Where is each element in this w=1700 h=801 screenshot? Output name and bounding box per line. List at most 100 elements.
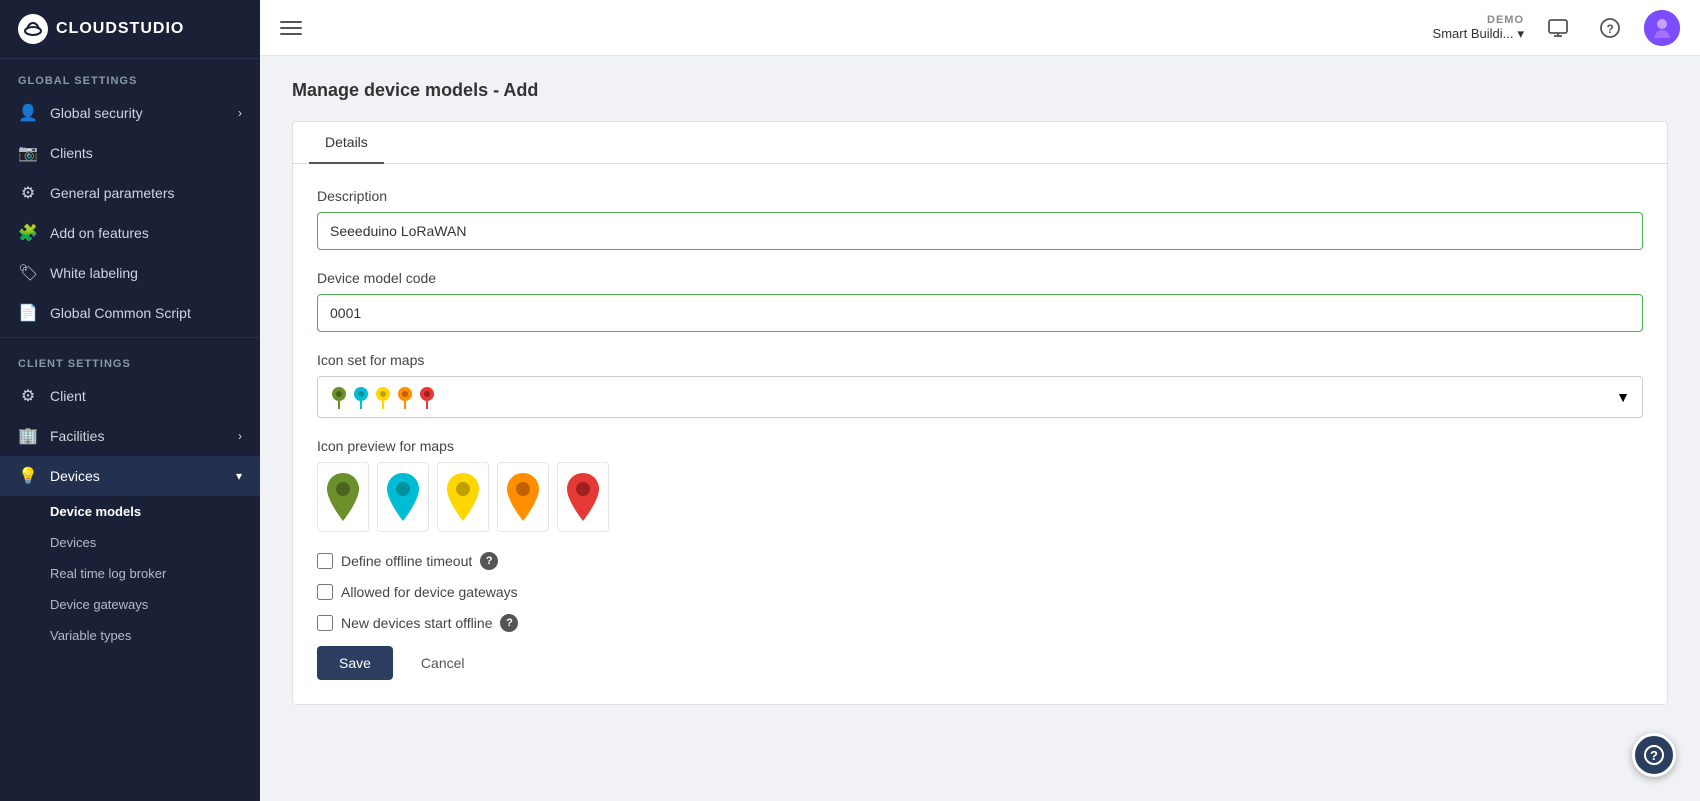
sidebar-item-global-common-script[interactable]: 📄 Global Common Script: [0, 293, 260, 333]
devices-chevron-down-icon: ▾: [236, 469, 242, 483]
demo-label: DEMO: [1487, 14, 1524, 26]
white-labeling-icon: 🏷: [18, 263, 38, 283]
content-area: Manage device models - Add Details Descr…: [260, 56, 1700, 801]
sidebar: CLOUDSTUDIO GLOBAL SETTINGS 👤 Global sec…: [0, 0, 260, 801]
form-card: Details Description Device model code Ic…: [292, 121, 1668, 705]
define-offline-timeout-row: Define offline timeout ?: [317, 552, 1643, 570]
device-model-code-group: Device model code: [317, 270, 1643, 332]
clients-icon: 📷: [18, 143, 38, 163]
form-buttons: Save Cancel: [317, 646, 1643, 680]
sidebar-sub-device-models-label: Device models: [50, 504, 141, 519]
description-group: Description: [317, 188, 1643, 250]
new-devices-start-offline-help-icon[interactable]: ?: [500, 614, 518, 632]
icon-preview-group: Icon preview for maps: [317, 438, 1643, 532]
icon-set-pins-preview: [330, 385, 436, 409]
define-offline-timeout-help-icon[interactable]: ?: [480, 552, 498, 570]
demo-selector[interactable]: DEMO Smart Buildi... ▾: [1433, 14, 1524, 42]
sidebar-sub-device-gateways[interactable]: Device gateways: [0, 589, 260, 620]
new-devices-start-offline-label[interactable]: New devices start offline: [341, 615, 492, 631]
facilities-icon: 🏢: [18, 426, 38, 446]
sidebar-sub-devices[interactable]: Devices: [0, 527, 260, 558]
facilities-chevron-right-icon: ›: [238, 429, 242, 443]
sidebar-item-general-parameters-label: General parameters: [50, 185, 175, 201]
pin-preview-cyan: [377, 462, 429, 532]
icon-preview-label: Icon preview for maps: [317, 438, 1643, 454]
sidebar-logo: CLOUDSTUDIO: [0, 0, 260, 59]
global-common-script-icon: 📄: [18, 303, 38, 323]
sidebar-sub-variable-types[interactable]: Variable types: [0, 620, 260, 651]
allowed-for-device-gateways-row: Allowed for device gateways: [317, 584, 1643, 600]
demo-chevron-down-icon: ▾: [1517, 26, 1524, 42]
pin-preview-orange: [497, 462, 549, 532]
general-parameters-icon: ⚙: [18, 183, 38, 203]
sidebar-item-facilities[interactable]: 🏢 Facilities ›: [0, 416, 260, 456]
sidebar-item-devices[interactable]: 💡 Devices ▾: [0, 456, 260, 496]
device-model-code-label: Device model code: [317, 270, 1643, 286]
icon-set-dropdown[interactable]: ▼: [317, 376, 1643, 418]
sidebar-item-client-label: Client: [50, 388, 86, 404]
sidebar-item-global-security[interactable]: 👤 Global security ›: [0, 93, 260, 133]
allowed-for-device-gateways-label[interactable]: Allowed for device gateways: [341, 584, 518, 600]
sidebar-item-general-parameters[interactable]: ⚙ General parameters: [0, 173, 260, 213]
sidebar-item-facilities-label: Facilities: [50, 428, 104, 444]
help-button[interactable]: ?: [1592, 10, 1628, 46]
pin-preview-red: [557, 462, 609, 532]
sidebar-sub-real-time-log-broker-label: Real time log broker: [50, 566, 166, 581]
sidebar-sub-real-time-log-broker[interactable]: Real time log broker: [0, 558, 260, 589]
logo-icon: [18, 14, 48, 44]
sidebar-sub-device-models[interactable]: Device models: [0, 496, 260, 527]
tab-bar: Details: [293, 122, 1667, 164]
devices-icon: 💡: [18, 466, 38, 486]
pin-preview-yellow: [437, 462, 489, 532]
new-devices-start-offline-row: New devices start offline ?: [317, 614, 1643, 632]
sidebar-divider: [0, 337, 260, 338]
sidebar-item-global-common-script-label: Global Common Script: [50, 305, 191, 321]
sidebar-sub-variable-types-label: Variable types: [50, 628, 131, 643]
client-settings-label: CLIENT SETTINGS: [0, 342, 260, 376]
define-offline-timeout-checkbox[interactable]: [317, 553, 333, 569]
demo-value: Smart Buildi... ▾: [1433, 26, 1524, 42]
sidebar-item-client[interactable]: ⚙ Client: [0, 376, 260, 416]
icon-preview-container: [317, 462, 1643, 532]
header-right: DEMO Smart Buildi... ▾ ?: [1433, 10, 1680, 46]
floating-help-button[interactable]: ?: [1632, 733, 1676, 777]
allowed-for-device-gateways-checkbox[interactable]: [317, 584, 333, 600]
add-on-features-icon: 🧩: [18, 223, 38, 243]
form-body: Description Device model code Icon set f…: [293, 164, 1667, 704]
avatar[interactable]: [1644, 10, 1680, 46]
icon-set-group: Icon set for maps ▼: [317, 352, 1643, 418]
header: DEMO Smart Buildi... ▾ ?: [260, 0, 1700, 56]
global-settings-label: GLOBAL SETTINGS: [0, 59, 260, 93]
logo-text: CLOUDSTUDIO: [56, 20, 184, 38]
cancel-button[interactable]: Cancel: [403, 646, 483, 680]
new-devices-start-offline-checkbox[interactable]: [317, 615, 333, 631]
define-offline-timeout-label[interactable]: Define offline timeout: [341, 553, 472, 569]
pin-preview-green: [317, 462, 369, 532]
save-button[interactable]: Save: [317, 646, 393, 680]
description-label: Description: [317, 188, 1643, 204]
sidebar-item-add-on-features-label: Add on features: [50, 225, 149, 241]
client-icon: ⚙: [18, 386, 38, 406]
sidebar-item-clients[interactable]: 📷 Clients: [0, 133, 260, 173]
page-title: Manage device models - Add: [292, 80, 1668, 101]
sidebar-sub-device-gateways-label: Device gateways: [50, 597, 148, 612]
hamburger-menu[interactable]: [280, 21, 302, 35]
icon-set-label: Icon set for maps: [317, 352, 1643, 368]
svg-text:?: ?: [1650, 748, 1658, 763]
dropdown-arrow-icon: ▼: [1616, 389, 1630, 405]
sidebar-item-clients-label: Clients: [50, 145, 93, 161]
sidebar-item-devices-label: Devices: [50, 468, 100, 484]
main-area: DEMO Smart Buildi... ▾ ?: [260, 0, 1700, 801]
sidebar-item-white-labeling[interactable]: 🏷 White labeling: [0, 253, 260, 293]
sidebar-item-white-labeling-label: White labeling: [50, 265, 138, 281]
device-model-code-input[interactable]: [317, 294, 1643, 332]
header-left: [280, 21, 302, 35]
tab-details[interactable]: Details: [309, 122, 384, 164]
sidebar-item-add-on-features[interactable]: 🧩 Add on features: [0, 213, 260, 253]
chevron-right-icon: ›: [238, 106, 242, 120]
svg-text:?: ?: [1607, 22, 1614, 36]
sidebar-item-global-security-label: Global security: [50, 105, 143, 121]
description-input[interactable]: [317, 212, 1643, 250]
sidebar-sub-devices-label: Devices: [50, 535, 96, 550]
monitor-button[interactable]: [1540, 10, 1576, 46]
